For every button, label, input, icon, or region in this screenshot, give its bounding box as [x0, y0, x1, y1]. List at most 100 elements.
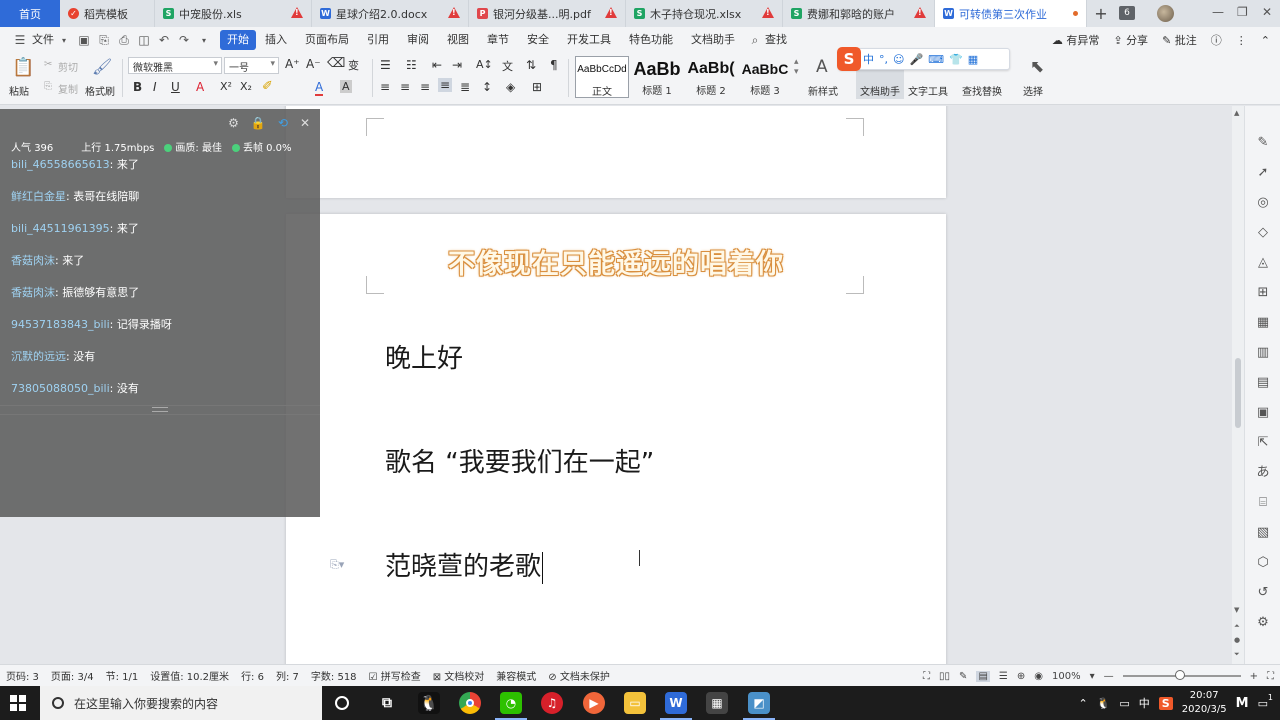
settings-icon[interactable]: ⚙ [228, 116, 239, 130]
menu-review[interactable]: 审阅 [398, 30, 438, 50]
archive-icon[interactable]: ⌸ [1254, 494, 1272, 512]
prev-page-icon[interactable]: ⏶ [1234, 622, 1240, 631]
tab-home[interactable]: 首页 [0, 0, 60, 27]
search-icon[interactable]: ⌕ [748, 33, 762, 47]
status-setting[interactable]: 设置值: 10.2厘米 [150, 668, 229, 683]
toolbox-icon[interactable]: ▦ [968, 53, 978, 66]
doc-paragraph-current[interactable]: 范晓萱的老歌 [385, 546, 544, 584]
ime-toolbar[interactable]: S 中 °, ☺ 🎤 ⌨ 👕 ▦ [837, 47, 1010, 71]
menu-chapter[interactable]: 章节 [478, 30, 518, 50]
distributed-icon[interactable]: ≣ [460, 80, 470, 94]
font-name-select[interactable]: 微软雅黑 [128, 57, 222, 74]
increase-indent-icon[interactable]: ⇥ [452, 58, 462, 72]
network-icon[interactable]: ▭ [1119, 697, 1129, 710]
page-current[interactable]: 晚上好 歌名 “我要我们在一起” 范晓萱的老歌 [286, 214, 946, 664]
windows-start-icon[interactable] [10, 695, 26, 711]
undo-icon[interactable]: ↶ [157, 33, 171, 47]
chrome-icon[interactable] [459, 692, 481, 714]
document-icon[interactable]: ▤ [1254, 374, 1272, 392]
edit-icon[interactable]: ✎ [1254, 134, 1272, 152]
new-style-icon[interactable]: A [816, 57, 828, 77]
find-replace-button[interactable]: 查找替换 [962, 83, 1002, 98]
wps-writer-icon[interactable]: W [665, 692, 687, 714]
tab-pdf[interactable]: P 银河分级基...明.pdf [469, 0, 626, 27]
tray-expand-icon[interactable]: ⌃ [1078, 697, 1087, 710]
obs-icon[interactable]: ◩ [748, 692, 770, 714]
cut-icon[interactable]: ✂ [44, 59, 52, 70]
shapes-icon[interactable]: ◇ [1254, 224, 1272, 242]
paragraph-handle-icon[interactable]: ⎘▾ [330, 558, 344, 571]
skin-icon[interactable]: 👕 [949, 53, 963, 66]
format-painter-button[interactable]: 格式刷 [85, 83, 115, 98]
subscript-icon[interactable]: X₂ [240, 80, 252, 93]
sort-icon[interactable]: ⇅ [526, 58, 536, 72]
web-view-icon[interactable]: ⊕ [1017, 671, 1025, 682]
netease-music-icon[interactable]: ♫ [541, 692, 563, 714]
menu-doc-helper[interactable]: 文档助手 [682, 30, 744, 50]
scroll-up-icon[interactable]: ▲ [1234, 109, 1239, 117]
calculator-icon[interactable]: ▦ [706, 692, 728, 714]
phonetic-icon[interactable]: 变 [348, 57, 359, 73]
qq-tray-icon[interactable]: 🐧 [1097, 697, 1111, 710]
new-style-button[interactable]: 新样式 [808, 83, 838, 98]
file-explorer-icon[interactable]: ▭ [624, 692, 646, 714]
spell-check-button[interactable]: ☑ 拼写检查 [369, 668, 421, 683]
shading-icon[interactable]: ◈ [506, 80, 515, 94]
notification-icon[interactable]: ▭ 1 [1258, 693, 1273, 710]
sogou-tray-icon[interactable]: S [1158, 696, 1173, 710]
tab-writer-1[interactable]: W 星球介绍2.0.docx [312, 0, 469, 27]
comment-button[interactable]: ✎ 批注 [1162, 32, 1197, 48]
translate-icon[interactable]: あ [1254, 464, 1272, 482]
write-view-icon[interactable]: ✎ [959, 671, 967, 682]
collapse-ribbon-icon[interactable]: ⌃ [1261, 34, 1270, 47]
doc-protection[interactable]: ⊘ 文档未保护 [548, 668, 610, 683]
menu-developer[interactable]: 开发工具 [558, 30, 620, 50]
select-browse-icon[interactable]: ● [1234, 636, 1240, 644]
location-icon[interactable]: ◎ [1254, 194, 1272, 212]
zoom-slider-knob[interactable] [1174, 670, 1185, 680]
bullet-list-icon[interactable]: ☰ [380, 58, 391, 72]
live-chat-overlay[interactable]: ⚙ 🔒 ⟲ ✕ 人气 396 上行 1.75mbps 画质: 最佳 丢帧 0.0… [0, 109, 320, 517]
paste-button[interactable]: 粘贴 [9, 83, 29, 98]
print-preview-icon[interactable]: ◫ [137, 33, 151, 47]
align-left-icon[interactable]: ≡ [380, 80, 390, 94]
status-page-code[interactable]: 页码: 3 [6, 668, 39, 683]
menu-view[interactable]: 视图 [438, 30, 478, 50]
doc-helper-button[interactable]: 文档助手 [860, 83, 900, 98]
bold-icon[interactable]: B [133, 80, 142, 94]
menu-page-layout[interactable]: 页面布局 [296, 30, 358, 50]
zoom-out-icon[interactable]: — [1104, 671, 1114, 682]
font-color-icon[interactable]: A [315, 80, 324, 96]
microphone-icon[interactable]: 🎤 [909, 53, 923, 66]
cortana-icon[interactable] [335, 696, 349, 710]
emoji-icon[interactable]: ☺ [893, 53, 904, 66]
status-pages[interactable]: 页面: 3/4 [51, 668, 94, 683]
vertical-scrollbar[interactable]: ▲ ▼ ⏶ ● ⏷ [1232, 106, 1244, 664]
menu-search[interactable]: 查找 [765, 30, 796, 50]
menu-features[interactable]: 特色功能 [620, 30, 682, 50]
taskbar-search-box[interactable]: 在这里输入你要搜索的内容 [40, 686, 322, 720]
align-right-icon[interactable]: ≡ [420, 80, 430, 94]
style-heading-2[interactable]: AaBb( 标题 2 [684, 56, 738, 98]
line-spacing-icon[interactable]: ↕ [482, 80, 492, 94]
status-words[interactable]: 字数: 518 [311, 668, 357, 683]
doc-paragraph[interactable]: 晚上好 [385, 338, 463, 375]
char-shading-icon[interactable]: A [340, 80, 352, 93]
redo-icon[interactable]: ↷ [177, 33, 191, 47]
text-direction-icon[interactable]: A↕ [476, 58, 493, 71]
text-tools-button[interactable]: 文字工具 [908, 83, 948, 98]
tab-spreadsheet-1[interactable]: S 中宠股份.xls [155, 0, 312, 27]
chinese-layout-icon[interactable]: 文 [502, 58, 513, 74]
grid-icon[interactable]: ▦ [1254, 314, 1272, 332]
save-icon[interactable]: ▣ [77, 33, 91, 47]
table-icon[interactable]: ⊞ [1254, 284, 1272, 302]
styles-scroll-icon[interactable]: ▴ ▾ [794, 57, 799, 77]
copy-button[interactable]: 复制 [58, 81, 78, 96]
qq-icon[interactable]: 🐧 [418, 692, 440, 714]
zoom-slider[interactable] [1122, 670, 1241, 680]
cursor-icon[interactable]: ⬉ [1030, 57, 1044, 77]
close-icon[interactable]: ✕ [300, 116, 310, 130]
shrink-font-icon[interactable]: A⁻ [306, 57, 321, 71]
share-button[interactable]: ⇪ 分享 [1113, 32, 1148, 48]
hamburger-icon[interactable]: ☰ [13, 33, 27, 47]
